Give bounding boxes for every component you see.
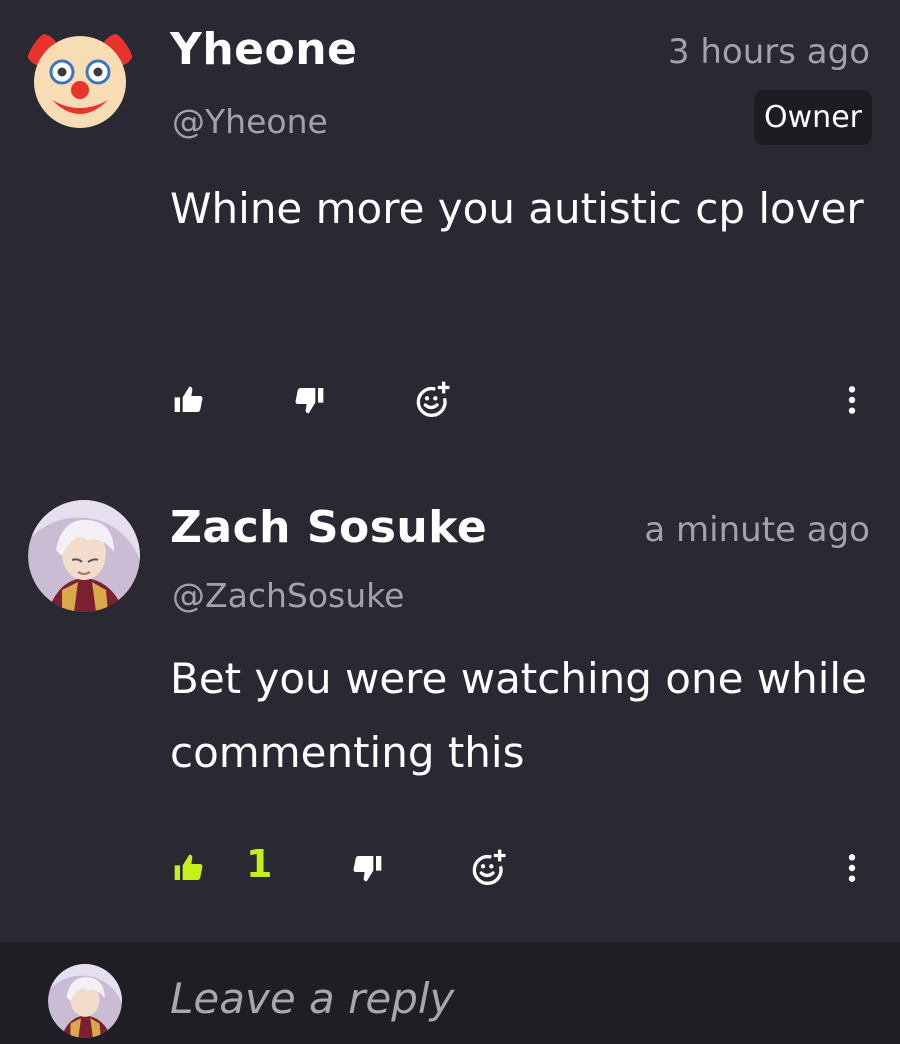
thumbs-up-icon: [172, 384, 204, 416]
add-reaction-button[interactable]: [412, 380, 452, 420]
add-reaction-icon: [412, 380, 452, 420]
comment-text: Whine more you autistic cp lover: [170, 184, 864, 233]
dislike-button[interactable]: [294, 380, 326, 420]
comment-actions: [0, 380, 900, 420]
reply-bar: [0, 942, 900, 1044]
like-button[interactable]: [172, 380, 204, 420]
comment: Zach Sosuke @ZachSosuke a minute ago Bet…: [0, 470, 900, 942]
comment-actions: 1: [0, 842, 900, 888]
more-options-button[interactable]: [842, 848, 862, 888]
thumbs-up-icon: [172, 852, 204, 884]
user-handle[interactable]: @ZachSosuke: [172, 576, 404, 615]
avatar-anime-character[interactable]: [28, 500, 140, 612]
user-handle[interactable]: @Yheone: [172, 102, 328, 141]
comment-timestamp: 3 hours ago: [667, 32, 870, 72]
add-reaction-icon: [468, 848, 508, 888]
reply-input[interactable]: [170, 968, 850, 1028]
owner-badge: Owner: [754, 90, 872, 145]
dislike-button[interactable]: [352, 848, 384, 888]
avatar-clown-emoji[interactable]: [24, 20, 136, 132]
more-options-button[interactable]: [842, 380, 862, 420]
current-user-avatar: [48, 964, 122, 1038]
username[interactable]: Zach Sosuke: [170, 502, 487, 553]
more-vertical-icon: [842, 384, 862, 416]
thumbs-down-icon: [294, 384, 326, 416]
comment-timestamp: a minute ago: [644, 510, 870, 550]
add-reaction-button[interactable]: [468, 848, 508, 888]
comments-page: Yheone @Yheone 3 hours ago Owner Whine m…: [0, 0, 900, 1044]
like-button[interactable]: [172, 848, 204, 888]
comment: Yheone @Yheone 3 hours ago Owner Whine m…: [0, 0, 900, 470]
more-vertical-icon: [842, 852, 862, 884]
thumbs-down-icon: [352, 852, 384, 884]
username[interactable]: Yheone: [170, 24, 357, 75]
like-count: 1: [246, 842, 273, 886]
comment-text: Bet you were watching one while commenti…: [170, 654, 867, 777]
